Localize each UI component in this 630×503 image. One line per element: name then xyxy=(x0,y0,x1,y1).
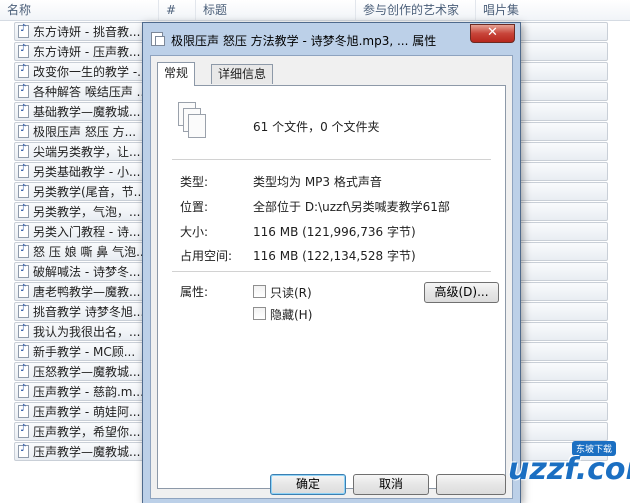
file-name: 极限压声 怒压 方... xyxy=(33,125,137,139)
multiple-files-icon xyxy=(178,102,206,138)
music-file-icon xyxy=(18,163,29,178)
ok-button[interactable]: 确定 xyxy=(270,474,346,495)
watermark-brand: uzzf.com xyxy=(508,452,630,487)
file-name: 挑音教学 诗梦冬旭... xyxy=(33,305,143,319)
file-name: 改变你一生的教学 -... xyxy=(33,65,143,79)
music-file-icon xyxy=(18,263,29,278)
divider xyxy=(172,271,491,272)
close-button[interactable]: ✕ xyxy=(470,24,515,43)
file-name: 我认为我很出名，... xyxy=(33,325,141,339)
size-value: 116 MB (121,996,736 字节) xyxy=(253,225,416,239)
type-label: 类型: xyxy=(180,175,209,189)
file-name: 另类教学(尾音，节... xyxy=(33,185,143,199)
column-title[interactable]: 标题 xyxy=(196,0,356,20)
readonly-checkbox[interactable] xyxy=(253,285,266,298)
cancel-button[interactable]: 取消 xyxy=(353,474,429,495)
music-file-icon xyxy=(18,383,29,398)
size-label: 大小: xyxy=(180,225,209,239)
column-name[interactable]: 名称 xyxy=(0,0,159,20)
file-name: 尖端另类教学，让... xyxy=(33,145,141,159)
music-file-icon xyxy=(18,223,29,238)
advanced-button[interactable]: 高级(D)... xyxy=(424,282,499,303)
music-file-icon xyxy=(18,363,29,378)
file-name: 压声教学，希望你... xyxy=(33,425,141,439)
column-number[interactable]: # xyxy=(159,0,196,20)
files-icon xyxy=(151,32,165,46)
music-file-icon xyxy=(18,143,29,158)
music-file-icon xyxy=(18,203,29,218)
music-file-icon xyxy=(18,123,29,138)
uzzf-watermark-logo: 东坡下载 uzzf.com xyxy=(452,432,630,503)
column-header: 名称 # 标题 参与创作的艺术家 唱片集 xyxy=(0,0,630,21)
location-label: 位置: xyxy=(180,200,209,214)
music-file-icon xyxy=(18,83,29,98)
music-file-icon xyxy=(18,63,29,78)
column-album[interactable]: 唱片集 xyxy=(476,0,630,20)
general-panel: 61 个文件，0 个文件夹 类型: 类型均为 MP3 格式声音 位置: 全部位于… xyxy=(157,85,506,489)
tab-details[interactable]: 详细信息 xyxy=(211,64,274,84)
readonly-label: 只读(R) xyxy=(270,286,312,300)
file-name: 东方诗妍 - 压声教... xyxy=(33,45,141,59)
file-name: 压声教学—魔教城... xyxy=(33,445,141,459)
location-value: 全部位于 D:\uzzf\另类喊麦教学61部 xyxy=(253,200,450,214)
music-file-icon xyxy=(18,243,29,258)
file-count-summary: 61 个文件，0 个文件夹 xyxy=(253,120,380,134)
divider xyxy=(172,159,491,160)
hidden-label: 隐藏(H) xyxy=(270,308,313,322)
music-file-icon xyxy=(18,403,29,418)
file-name: 唐老鸭教学—魔教... xyxy=(33,285,141,299)
music-file-icon xyxy=(18,443,29,458)
music-file-icon xyxy=(18,423,29,438)
disk-size-label: 占用空间: xyxy=(180,249,233,263)
type-value: 类型均为 MP3 格式声音 xyxy=(253,175,382,189)
file-name: 东方诗妍 - 挑音教... xyxy=(33,25,141,39)
file-name: 新手教学 - MC顾... xyxy=(33,345,136,359)
music-file-icon xyxy=(18,43,29,58)
disk-size-value: 116 MB (122,134,528 字节) xyxy=(253,249,416,263)
music-file-icon xyxy=(18,343,29,358)
file-name: 压声教学 - 慈韵.m... xyxy=(33,385,143,399)
tab-general[interactable]: 常规 xyxy=(157,62,196,86)
file-name: 压声教学 - 萌娃阿... xyxy=(33,405,141,419)
music-file-icon xyxy=(18,23,29,38)
music-file-icon xyxy=(18,103,29,118)
attributes-label: 属性: xyxy=(180,285,209,299)
file-name: 基础教学—魔教城... xyxy=(33,105,141,119)
dialog-title: 极限压声 怒压 方法教学 - 诗梦冬旭.mp3, ... 属性 xyxy=(171,34,437,48)
file-name: 另类入门教程 - 诗... xyxy=(33,225,141,239)
music-file-icon xyxy=(18,283,29,298)
hidden-checkbox[interactable] xyxy=(253,307,266,320)
file-name: 另类基础教学 - 小... xyxy=(33,165,141,179)
file-name: 另类教学，气泡，... xyxy=(33,205,141,219)
music-file-icon xyxy=(18,303,29,318)
file-name: 破解喊法 - 诗梦冬... xyxy=(33,265,141,279)
title-bar[interactable]: 极限压声 怒压 方法教学 - 诗梦冬旭.mp3, ... 属性 ✕ xyxy=(143,23,520,55)
music-file-icon xyxy=(18,323,29,338)
file-name: 各种解答 喉结压声 ... xyxy=(33,85,143,99)
music-file-icon xyxy=(18,183,29,198)
column-artist[interactable]: 参与创作的艺术家 xyxy=(356,0,476,20)
file-name: 怒 压 娘 嘶 鼻 气泡... xyxy=(33,245,143,259)
file-name: 压怒教学—魔教城... xyxy=(33,365,141,379)
properties-dialog: 极限压声 怒压 方法教学 - 诗梦冬旭.mp3, ... 属性 ✕ 常规 详细信… xyxy=(142,22,521,503)
